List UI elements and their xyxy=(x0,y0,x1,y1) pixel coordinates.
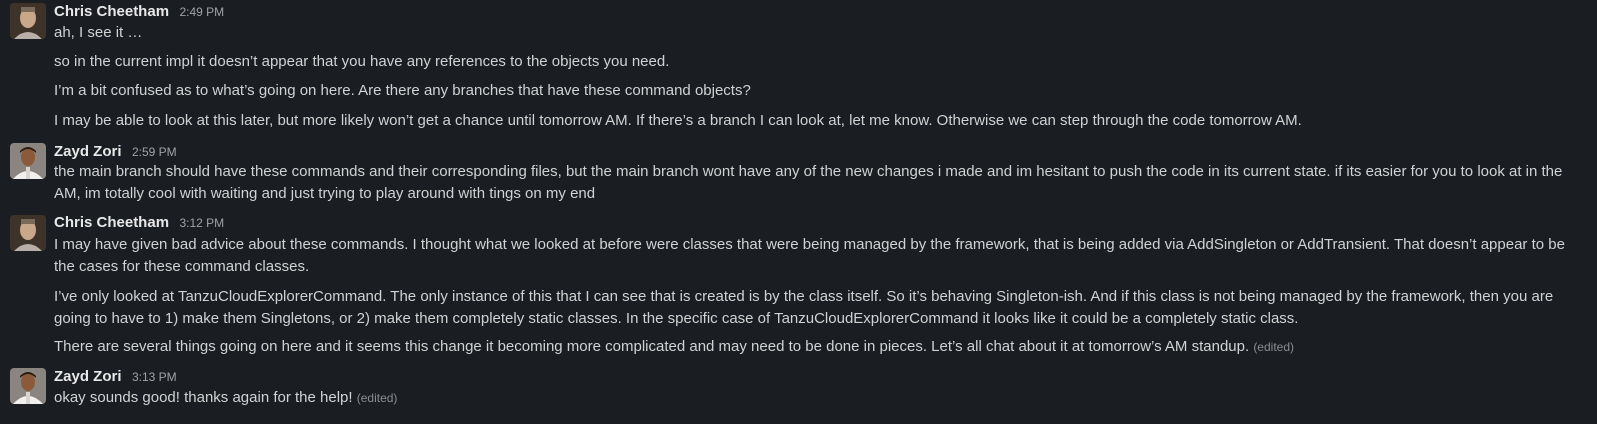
sender-name[interactable]: Chris Cheetham xyxy=(54,214,169,231)
message-text: I may have given bad advice about these … xyxy=(54,236,1565,275)
message-text: the main branch should have these comman… xyxy=(54,163,1563,202)
sender-name[interactable]: Zayd Zori xyxy=(54,143,122,160)
user-avatar-chris[interactable] xyxy=(10,215,46,251)
user-avatar-zayd[interactable] xyxy=(10,143,46,179)
message-body: okay sounds good! thanks again for the h… xyxy=(54,389,353,406)
sender-name[interactable]: Chris Cheetham xyxy=(54,3,169,20)
message-text: okay sounds good! thanks again for the h… xyxy=(54,387,1581,409)
message-text: so in the current impl it doesn’t appear… xyxy=(54,53,670,70)
message-text: ah, I see it … xyxy=(54,24,143,41)
message-text: I’m a bit confused as to what’s going on… xyxy=(54,82,751,99)
message-text: I may be able to look at this later, but… xyxy=(54,112,1302,129)
message-header: Chris Cheetham 3:12 PM xyxy=(54,214,224,234)
person-icon xyxy=(10,3,46,39)
sender-name[interactable]: Zayd Zori xyxy=(54,368,122,385)
message-feed: Chris Cheetham 2:49 PM ah, I see it … so… xyxy=(0,0,1597,424)
message-header: Zayd Zori 2:59 PM xyxy=(54,143,177,163)
person-icon xyxy=(10,143,46,179)
message-timestamp[interactable]: 2:49 PM xyxy=(179,5,224,19)
message-timestamp[interactable]: 3:13 PM xyxy=(132,370,177,384)
person-icon xyxy=(10,368,46,404)
message-body: There are several things going on here a… xyxy=(54,338,1250,355)
message-timestamp[interactable]: 2:59 PM xyxy=(132,145,177,159)
edited-label: (edited) xyxy=(356,391,398,405)
user-avatar-zayd[interactable] xyxy=(10,368,46,404)
message-header: Zayd Zori 3:13 PM xyxy=(54,368,177,388)
message-header: Chris Cheetham 2:49 PM xyxy=(54,3,224,23)
message-text: I’ve only looked at TanzuCloudExplorerCo… xyxy=(54,288,1554,327)
edited-label: (edited) xyxy=(1253,340,1294,354)
message-text: There are several things going on here a… xyxy=(54,336,1581,358)
message-timestamp[interactable]: 3:12 PM xyxy=(179,216,224,230)
user-avatar-chris[interactable] xyxy=(10,3,46,39)
person-icon xyxy=(10,215,46,251)
